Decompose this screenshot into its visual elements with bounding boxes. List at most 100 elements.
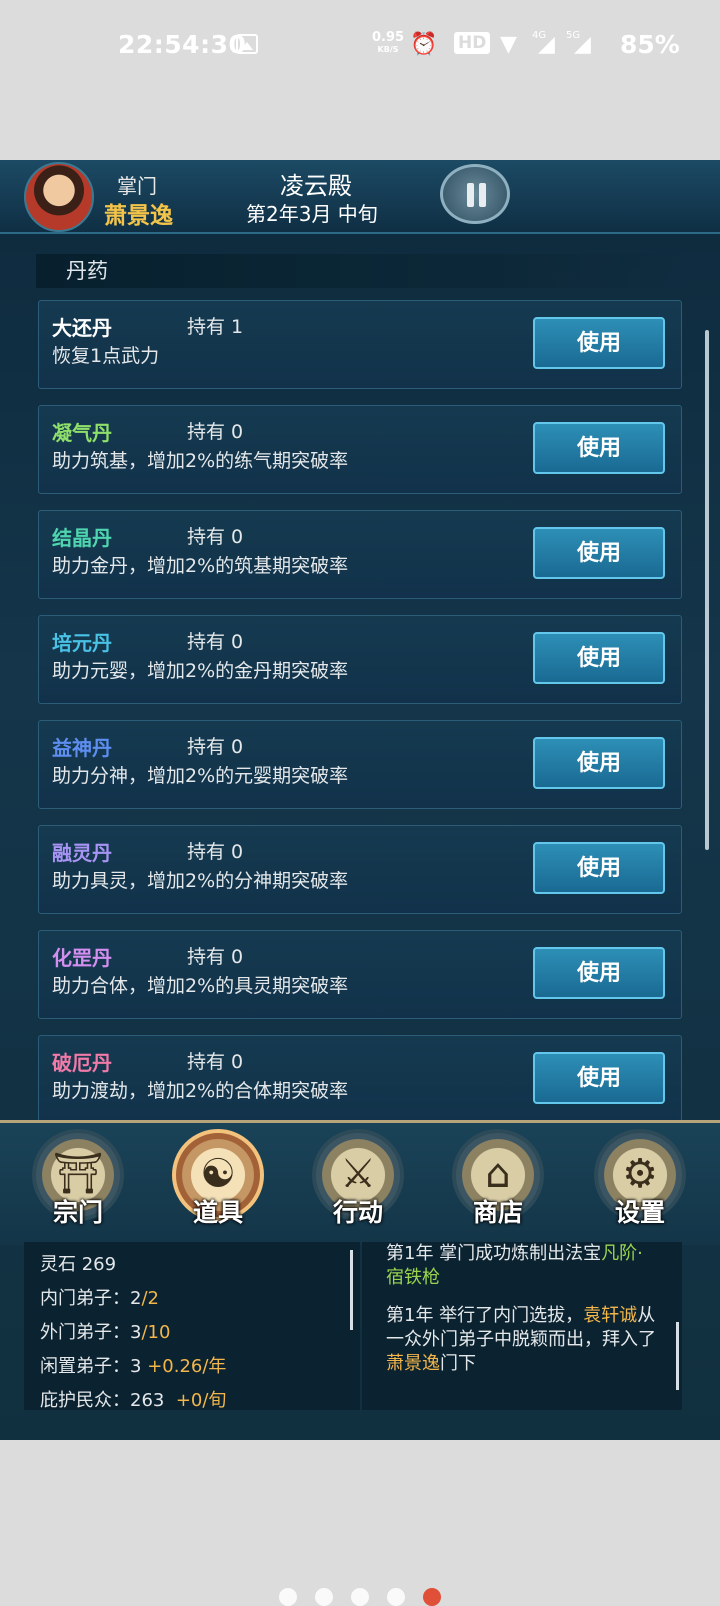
leader-avatar[interactable] bbox=[24, 162, 94, 232]
use-button[interactable]: 使用 bbox=[533, 422, 665, 474]
leader-role: 掌门 bbox=[117, 174, 157, 198]
network-speed-value: 0.95 bbox=[372, 30, 405, 45]
page-dot[interactable] bbox=[387, 1587, 405, 1606]
pill-desc: 助力合体，增加2%的具灵期突破率 bbox=[52, 975, 349, 997]
pill-held: 持有 0 bbox=[187, 946, 244, 968]
network-speed-unit: KB/S bbox=[377, 45, 399, 54]
signal-icon: ◢ bbox=[538, 32, 555, 57]
log-scrollbar[interactable] bbox=[676, 1322, 679, 1390]
spirit-stone: 灵石 269 bbox=[40, 1254, 117, 1275]
use-button[interactable]: 使用 bbox=[533, 527, 665, 579]
outer-disciples-max: /10 bbox=[141, 1322, 171, 1343]
page-dot[interactable] bbox=[279, 1587, 297, 1606]
game-screen: 掌门 萧景逸 凌云殿 第2年3月 中旬 丹药 大还丹 持有 1 恢复1点武力 使… bbox=[0, 160, 720, 1440]
log-entry-text: 第1年 举行了内门选拔， bbox=[386, 1305, 584, 1326]
inner-disciples-count: 内门弟子：2 bbox=[40, 1288, 142, 1309]
inner-disciples-max: /2 bbox=[141, 1288, 159, 1309]
use-button[interactable]: 使用 bbox=[533, 842, 665, 894]
pill-held: 持有 0 bbox=[187, 631, 244, 653]
pill-desc: 恢复1点武力 bbox=[52, 345, 160, 367]
wifi-icon: ▼ bbox=[500, 32, 517, 57]
pill-desc: 助力渡劫，增加2%的合体期突破率 bbox=[52, 1080, 349, 1102]
pill-name: 融灵丹 bbox=[52, 841, 112, 865]
log-entry: 第1年 掌门成功炼制出法宝凡阶·宿铁枪 bbox=[386, 1242, 658, 1290]
pill-name: 大还丹 bbox=[52, 316, 112, 340]
game-date: 第2年3月 中旬 bbox=[246, 202, 378, 226]
use-button[interactable]: 使用 bbox=[533, 317, 665, 369]
leader-name: 萧景逸 bbox=[104, 203, 173, 229]
hd-badge: HD bbox=[454, 32, 491, 54]
nav-shop[interactable]: ⌂ 商店 bbox=[444, 1129, 552, 1241]
network-speed: 0.95 KB/S bbox=[372, 30, 405, 56]
pill-desc: 助力金丹，增加2%的筑基期突破率 bbox=[52, 555, 349, 577]
pause-icon-bar bbox=[479, 183, 486, 207]
pill-desc: 助力元婴，增加2%的金丹期突破率 bbox=[52, 660, 349, 682]
section-title: 丹药 bbox=[36, 254, 682, 288]
pill-name: 结晶丹 bbox=[52, 526, 112, 550]
pill-name: 凝气丹 bbox=[52, 421, 112, 445]
page-indicator bbox=[0, 1586, 720, 1606]
list-scrollbar[interactable] bbox=[705, 330, 709, 850]
gallery-icon bbox=[236, 34, 258, 54]
nav-label: 设置 bbox=[614, 1198, 665, 1227]
nav-label: 宗门 bbox=[52, 1198, 103, 1227]
pill-list: 大还丹 持有 1 恢复1点武力 使用 凝气丹 持有 0 助力筑基，增加2%的练气… bbox=[38, 300, 682, 1140]
outer-disciples-count: 外门弟子：3 bbox=[40, 1322, 142, 1343]
alarm-icon: ⏰ bbox=[410, 32, 438, 57]
pill-name: 益神丹 bbox=[52, 736, 112, 760]
clock: 22:54:30 bbox=[118, 30, 247, 59]
idle-disciples-rate: +0.26/年 bbox=[147, 1356, 227, 1377]
sheltered-people: 庇护民众：263 +0/旬 bbox=[40, 1386, 226, 1412]
pill-desc: 助力具灵，增加2%的分神期突破率 bbox=[52, 870, 349, 892]
nav-label: 道具 bbox=[192, 1198, 243, 1227]
use-button[interactable]: 使用 bbox=[533, 632, 665, 684]
nav-items[interactable]: ☯ 道具 bbox=[164, 1129, 272, 1241]
use-button[interactable]: 使用 bbox=[533, 1052, 665, 1104]
use-button[interactable]: 使用 bbox=[533, 947, 665, 999]
pill-held: 持有 0 bbox=[187, 526, 244, 548]
status-bar: 22:54:30 0.95 KB/S ⏰ HD ▼ 4G ◢ 5G ◢ 85% bbox=[0, 0, 720, 92]
log-master-name: 萧景逸 bbox=[386, 1353, 440, 1374]
hall-name: 凌云殿 bbox=[280, 172, 352, 200]
nav-settings[interactable]: ⚙ 设置 bbox=[586, 1129, 694, 1241]
pill-item-1: 凝气丹 持有 0 助力筑基，增加2%的练气期突破率 使用 bbox=[38, 405, 682, 494]
bottom-nav: ⛩ 宗门 ☯ 道具 ⚔ 行动 ⌂ 商店 ⚙ 设置 bbox=[0, 1120, 720, 1245]
nav-label: 行动 bbox=[332, 1198, 383, 1227]
battery-level: 85% bbox=[620, 30, 680, 59]
sheltered-people-count: 庇护民众：263 bbox=[40, 1390, 165, 1411]
pill-item-0: 大还丹 持有 1 恢复1点武力 使用 bbox=[38, 300, 682, 389]
pill-held: 持有 1 bbox=[187, 316, 244, 338]
pill-held: 持有 0 bbox=[187, 841, 244, 863]
page-dot[interactable] bbox=[315, 1587, 333, 1606]
idle-disciples-count: 闲置弟子：3 bbox=[40, 1356, 142, 1377]
log-entry-text: 门下 bbox=[440, 1353, 476, 1374]
pill-held: 持有 0 bbox=[187, 736, 244, 758]
nav-label: 商店 bbox=[472, 1198, 523, 1227]
use-button[interactable]: 使用 bbox=[533, 737, 665, 789]
pill-desc: 助力筑基，增加2%的练气期突破率 bbox=[52, 450, 349, 472]
pill-item-4: 益神丹 持有 0 助力分神，增加2%的元婴期突破率 使用 bbox=[38, 720, 682, 809]
idle-disciples: 闲置弟子：3 +0.26/年 bbox=[40, 1352, 226, 1378]
pill-item-5: 融灵丹 持有 0 助力具灵，增加2%的分神期突破率 使用 bbox=[38, 825, 682, 914]
page-dot-active[interactable] bbox=[423, 1587, 441, 1606]
signal-icon-2: ◢ bbox=[574, 32, 591, 57]
nav-action[interactable]: ⚔ 行动 bbox=[304, 1129, 412, 1241]
log-entry: 第1年 举行了内门选拔，袁轩诚从一众外门弟子中脱颖而出，拜入了萧景逸门下 bbox=[386, 1304, 658, 1376]
nav-sect[interactable]: ⛩ 宗门 bbox=[24, 1129, 132, 1241]
pill-name: 化罡丹 bbox=[52, 946, 112, 970]
pill-name: 破厄丹 bbox=[52, 1051, 112, 1075]
sect-stats-panel: 灵石 269 内门弟子：2/2 外门弟子：3/10 闲置弟子：3 +0.26/年… bbox=[24, 1242, 360, 1412]
page-dot[interactable] bbox=[351, 1587, 369, 1606]
event-log[interactable]: 第1年 掌门成功炼制出法宝凡阶·宿铁枪 第1年 举行了内门选拔，袁轩诚从一众外门… bbox=[362, 1242, 682, 1410]
pill-name: 培元丹 bbox=[52, 631, 112, 655]
pause-icon-bar bbox=[467, 183, 474, 207]
pill-held: 持有 0 bbox=[187, 1051, 244, 1073]
outer-disciples: 外门弟子：3/10 bbox=[40, 1318, 170, 1344]
panel-divider bbox=[350, 1250, 353, 1330]
log-entry-text: 第1年 掌门成功炼制出法宝 bbox=[386, 1243, 602, 1264]
pill-item-6: 化罡丹 持有 0 助力合体，增加2%的具灵期突破率 使用 bbox=[38, 930, 682, 1019]
pause-button[interactable] bbox=[440, 164, 510, 224]
inner-disciples: 内门弟子：2/2 bbox=[40, 1284, 159, 1310]
pill-item-3: 培元丹 持有 0 助力元婴，增加2%的金丹期突破率 使用 bbox=[38, 615, 682, 704]
pill-item-2: 结晶丹 持有 0 助力金丹，增加2%的筑基期突破率 使用 bbox=[38, 510, 682, 599]
